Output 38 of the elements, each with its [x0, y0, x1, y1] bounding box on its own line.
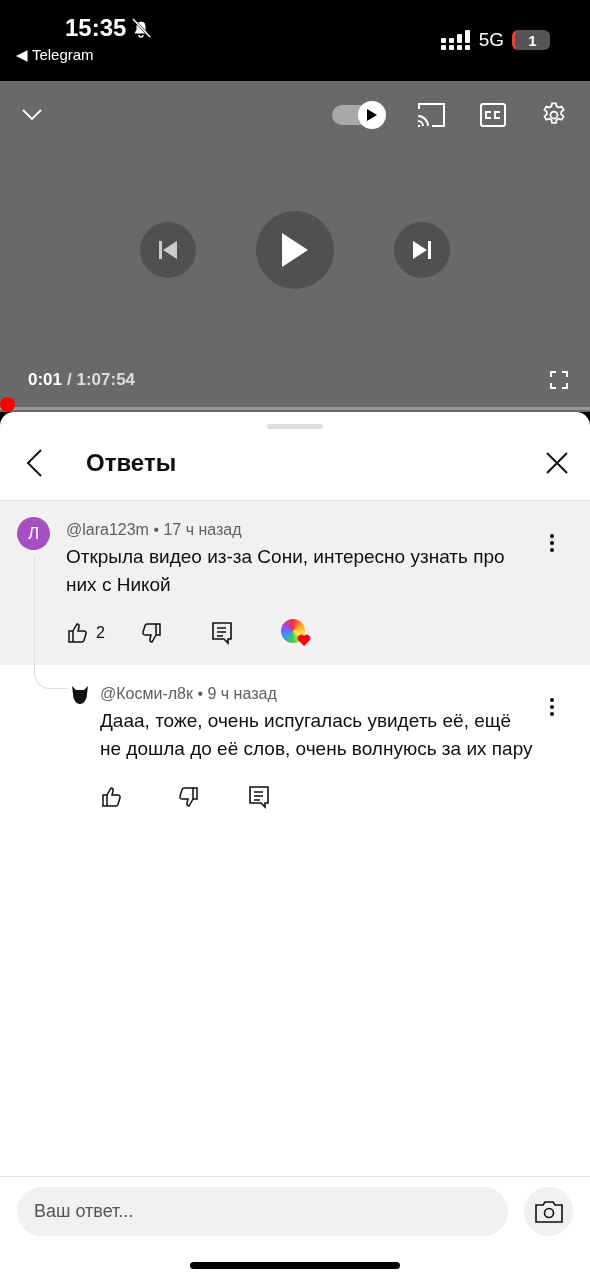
- play-icon: [282, 232, 308, 267]
- skip-previous-icon: [159, 239, 177, 260]
- camera-icon: [534, 1199, 563, 1224]
- progress-thumb[interactable]: [0, 397, 15, 412]
- like-icon: [66, 621, 90, 645]
- reply-icon: [248, 785, 270, 809]
- back-to-app-link[interactable]: ◀ Telegram: [16, 46, 94, 64]
- avatar: Л: [17, 517, 50, 550]
- comment-meta: @Косми-л8к • 9 ч назад: [100, 685, 278, 703]
- captions-icon[interactable]: [480, 103, 506, 127]
- like-button[interactable]: 2: [66, 621, 105, 645]
- play-icon: [367, 109, 377, 121]
- camera-button[interactable]: [524, 1187, 573, 1236]
- sheet-title: Ответы: [86, 448, 177, 477]
- reply-icon: [210, 621, 233, 645]
- comment-meta: @lara123m • 17 ч назад: [66, 521, 243, 539]
- comment-text: Дааа, тоже, очень испугалась увидеть её, ещё не дошла до её слов, очень волнуюсь за их пару: [100, 709, 534, 761]
- dislike-icon: [176, 785, 200, 809]
- signal-icon: [440, 30, 471, 50]
- reply-button[interactable]: [248, 785, 270, 809]
- network-label: 5G: [478, 29, 504, 51]
- avatar-icon: [70, 685, 90, 705]
- close-icon[interactable]: [546, 451, 568, 474]
- clock-time: 15:35: [65, 14, 127, 42]
- fullscreen-icon[interactable]: [550, 371, 568, 389]
- skip-next-icon: [413, 239, 431, 260]
- like-icon: [100, 785, 124, 809]
- dislike-button[interactable]: [176, 785, 200, 809]
- video-duration: / 1:07:54: [67, 370, 136, 389]
- current-time: 0:01: [28, 370, 63, 389]
- collapse-icon[interactable]: [22, 109, 42, 121]
- reply-input-field[interactable]: Ваш ответ...: [17, 1187, 508, 1236]
- comment-text: Открыла видео из-за Сони, интересно узнать про них с Никой: [66, 545, 506, 597]
- back-icon[interactable]: [26, 448, 42, 477]
- like-button[interactable]: [100, 785, 124, 809]
- cast-icon[interactable]: [416, 102, 446, 128]
- battery-indicator: 1: [512, 30, 550, 50]
- reply-button[interactable]: [210, 621, 233, 645]
